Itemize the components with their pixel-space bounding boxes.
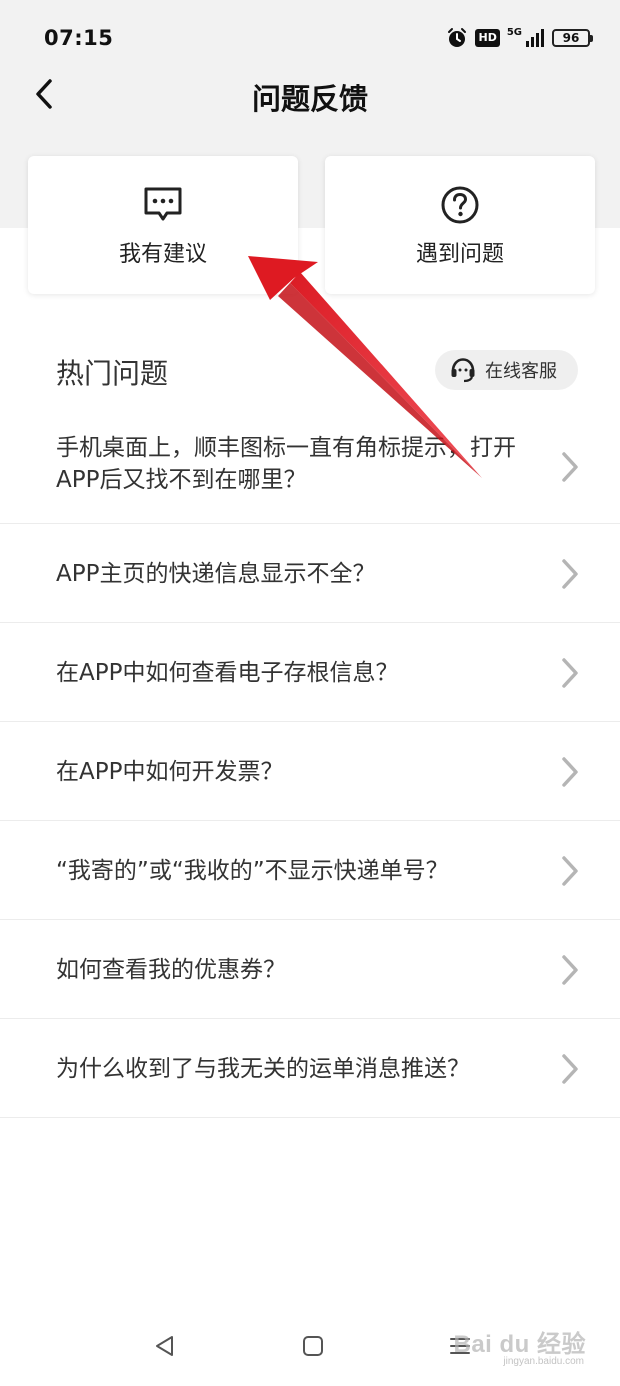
- chevron-right-icon: [562, 559, 578, 589]
- question-circle-icon: [439, 184, 481, 226]
- status-time: 07:15: [44, 26, 114, 50]
- faq-list: 手机桌面上，顺丰图标一直有角标提示，打开APP后又找不到在哪里？ APP主页的快…: [0, 412, 620, 1118]
- battery-level: 96: [562, 31, 580, 45]
- signal-icon: [526, 29, 544, 47]
- faq-item[interactable]: 手机桌面上，顺丰图标一直有角标提示，打开APP后又找不到在哪里？: [0, 412, 620, 524]
- hot-questions-title: 热门问题: [56, 357, 169, 390]
- faq-question: 为什么收到了与我无关的运单消息推送？: [56, 1056, 470, 1082]
- battery-icon: 96: [552, 29, 593, 47]
- nav-home-button[interactable]: [293, 1326, 333, 1366]
- faq-item[interactable]: 如何查看我的优惠券？: [0, 920, 620, 1019]
- chevron-right-icon: [562, 757, 578, 787]
- headset-icon: [451, 358, 475, 383]
- square-home-icon: [303, 1336, 323, 1356]
- faq-item[interactable]: 在APP中如何查看电子存根信息？: [0, 623, 620, 722]
- status-bar: 07:15 HD 5G 96: [0, 0, 620, 76]
- faq-question: 在APP中如何开发票？: [56, 759, 284, 785]
- chevron-right-icon: [562, 955, 578, 985]
- faq-item[interactable]: 为什么收到了与我无关的运单消息推送？: [0, 1019, 620, 1118]
- faq-question: APP主页的快递信息显示不全？: [56, 561, 376, 587]
- status-icons: HD 5G 96: [446, 26, 593, 50]
- problem-label: 遇到问题: [415, 242, 504, 267]
- faq-item[interactable]: APP主页的快递信息显示不全？: [0, 524, 620, 623]
- faq-question: “我寄的”或“我收的”不显示快递单号？: [56, 858, 449, 884]
- faq-item[interactable]: “我寄的”或“我收的”不显示快递单号？: [0, 821, 620, 920]
- online-service-button[interactable]: 在线客服: [435, 350, 578, 390]
- chevron-right-icon: [562, 856, 578, 886]
- page-title: 问题反馈: [251, 82, 368, 116]
- faq-question: 手机桌面上，顺丰图标一直有角标提示，打开APP后又找不到在哪里？: [56, 435, 516, 493]
- suggest-label: 我有建议: [118, 242, 207, 267]
- hd-badge: HD: [475, 29, 500, 47]
- online-service-label: 在线客服: [485, 361, 557, 382]
- triangle-back-icon: [156, 1336, 173, 1356]
- alarm-icon: [448, 28, 467, 47]
- chevron-right-icon: [562, 1054, 578, 1084]
- network-label: 5G: [506, 26, 522, 38]
- message-dots-icon: [142, 184, 184, 226]
- suggest-card[interactable]: 我有建议: [28, 156, 298, 294]
- faq-question: 在APP中如何查看电子存根信息？: [56, 660, 399, 686]
- nav-back-button[interactable]: [145, 1326, 185, 1366]
- faq-item[interactable]: 在APP中如何开发票？: [0, 722, 620, 821]
- faq-question: 如何查看我的优惠券？: [56, 957, 286, 983]
- chevron-right-icon: [562, 658, 578, 688]
- watermark-url: jingyan.baidu.com: [503, 1356, 584, 1367]
- watermark-logo: Bai du 经验: [453, 1331, 586, 1358]
- chevron-right-icon: [562, 452, 578, 482]
- problem-card[interactable]: 遇到问题: [325, 156, 595, 294]
